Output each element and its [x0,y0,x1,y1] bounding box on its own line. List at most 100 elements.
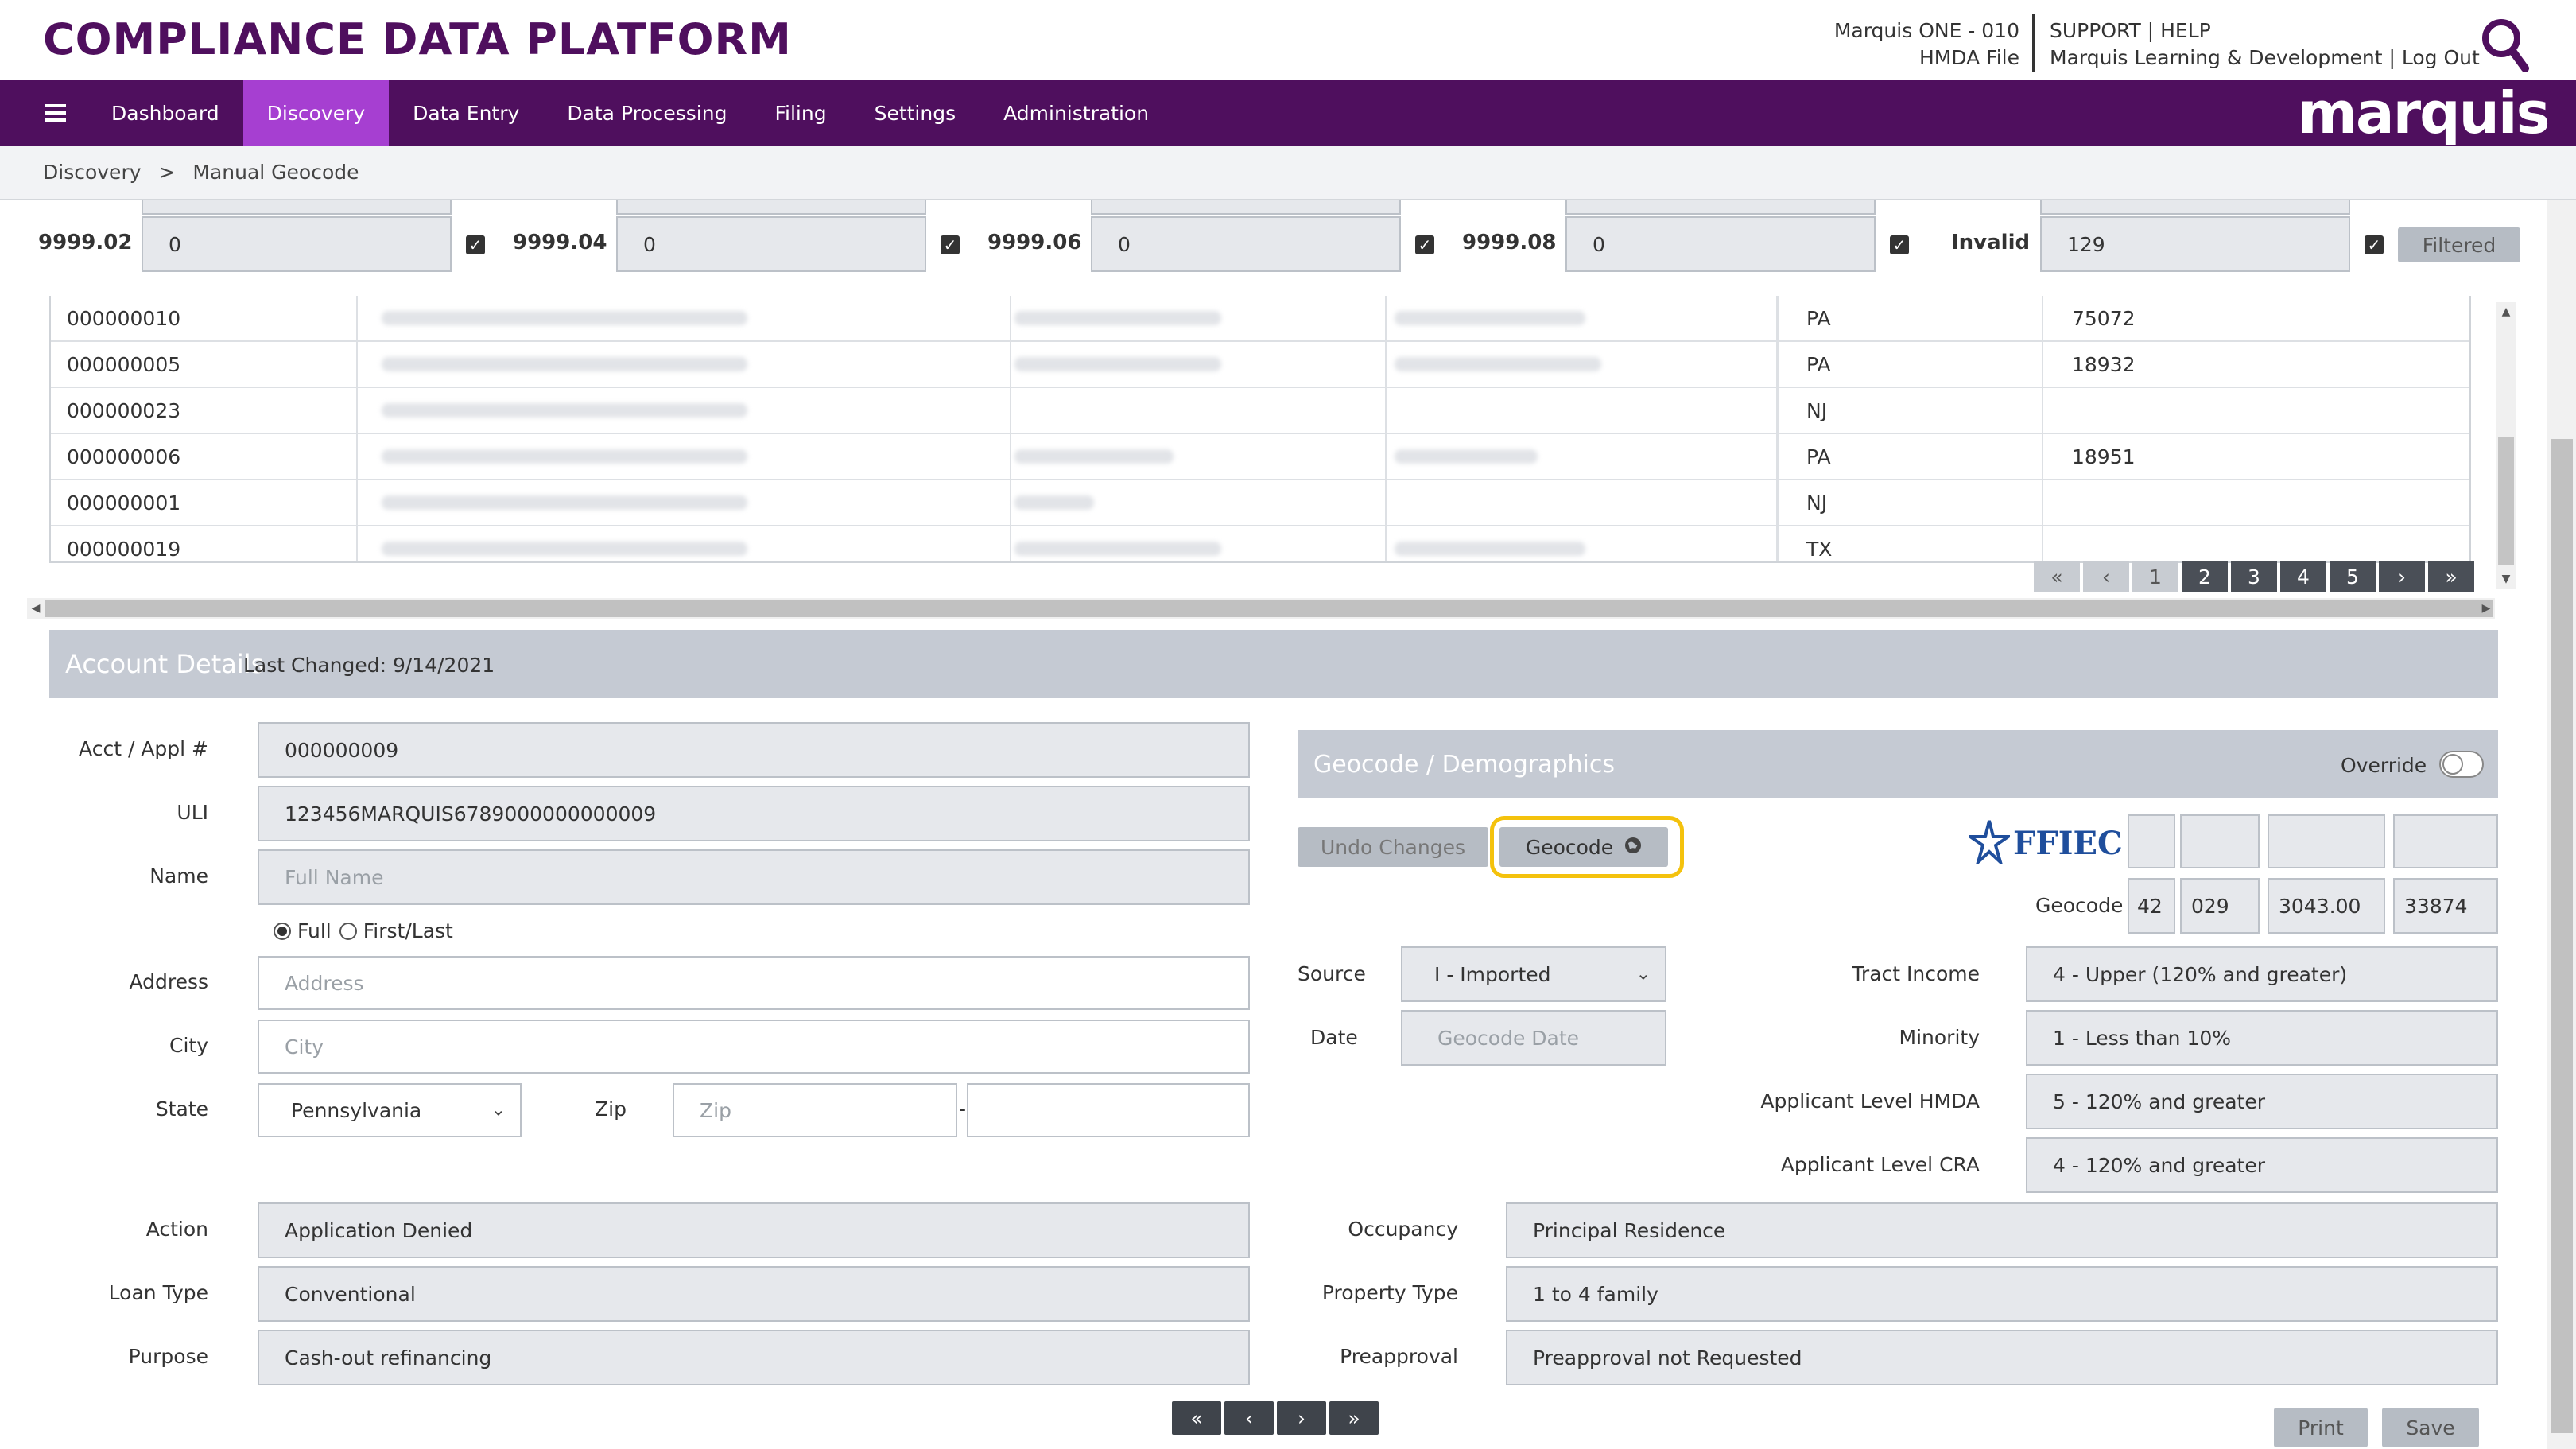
page-scrollbar[interactable] [2547,200,2576,1449]
column-divider [1385,480,1387,525]
city-field[interactable]: City [258,1020,1250,1074]
table-row[interactable]: 000000005 PA 18932 [51,342,2469,388]
pager-last[interactable]: » [2428,561,2474,592]
undo-changes-button[interactable]: Undo Changes [1298,827,1488,867]
nav-item-dashboard[interactable]: Dashboard [87,80,243,146]
geo-msa-field[interactable]: 33874 [2393,878,2498,934]
tract-income-field[interactable]: 4 - Upper (120% and greater) [2026,946,2498,1002]
cell-id: 000000006 [51,434,358,479]
pager-first[interactable]: « [2034,561,2080,592]
record-first-button[interactable]: « [1172,1401,1221,1435]
horizontal-scroll-thumb[interactable] [45,600,2493,617]
pager-next[interactable]: › [2379,561,2425,592]
nav-item-discovery[interactable]: Discovery [242,80,390,146]
user-logout-link[interactable]: Marquis Learning & Development | Log Out [2050,45,2480,72]
table-pager: «‹ 1 2 3 4 5 ›» [2034,561,2474,592]
applicant-cra-field[interactable]: 4 - 120% and greater [2026,1137,2498,1193]
main-nav: Dashboard Discovery Data Entry Data Process… [0,80,2576,146]
record-next-button[interactable]: › [1277,1401,1326,1435]
pager-page-4[interactable]: 4 [2280,561,2326,592]
record-prev-button[interactable]: ‹ [1224,1401,1274,1435]
table-row[interactable]: 000000006 PA 18951 [51,434,2469,480]
geo-code-box-2[interactable] [2180,814,2260,868]
redacted-cell [1014,311,1221,325]
date-label: Date [1310,1026,1358,1049]
scroll-right-icon[interactable]: ▶ [2477,598,2495,619]
scroll-left-icon[interactable]: ◀ [27,598,45,619]
zip-field[interactable]: Zip [673,1083,957,1137]
radio-firstlast[interactable] [339,922,357,940]
name-field[interactable]: Full Name [258,849,1250,905]
nav-item-settings[interactable]: Settings [851,80,980,146]
table-row[interactable]: 000000019 TX [51,526,2469,561]
minority-field[interactable]: 1 - Less than 10% [2026,1010,2498,1066]
action-field[interactable]: Application Denied [258,1202,1250,1258]
scroll-up-icon[interactable]: ▲ [2496,302,2516,321]
horizontal-scrollbar[interactable]: ◀ ▶ [27,598,2495,619]
override-toggle[interactable] [2439,751,2484,778]
filter-input[interactable]: 0 [616,216,926,272]
brand-logo: marquis [2298,80,2550,146]
search-icon[interactable] [2479,16,2530,73]
cell-id: 000000001 [51,480,358,525]
table-row[interactable]: 000000023 NJ [51,388,2469,434]
print-button[interactable]: Print [2274,1408,2368,1447]
nav-item-data-entry[interactable]: Data Entry [389,80,543,146]
filter-input[interactable]: 0 [142,216,452,272]
scroll-down-icon[interactable]: ▼ [2496,569,2516,589]
pager-prev[interactable]: ‹ [2083,561,2129,592]
filter-checkbox[interactable]: ✓ [1890,235,1909,254]
filter-input[interactable]: 0 [1091,216,1401,272]
nav-item-data-processing[interactable]: Data Processing [543,80,751,146]
table-row[interactable]: 000000001 NJ [51,480,2469,526]
menu-icon[interactable] [40,95,72,130]
pager-page-3[interactable]: 3 [2231,561,2277,592]
geo-code-box-1[interactable] [2128,814,2175,868]
geocode-label: Geocode [2035,894,2124,917]
filter-input[interactable]: 0 [1565,216,1876,272]
uli-field[interactable]: 123456MARQUIS6789000000000009 [258,786,1250,841]
preapproval-field[interactable]: Preapproval not Requested [1506,1330,2498,1385]
filter-input[interactable]: 129 [2040,216,2350,272]
table-row[interactable]: 000000010 PA 75072 [51,296,2469,342]
loan-type-field[interactable]: Conventional [258,1266,1250,1322]
applicant-hmda-field[interactable]: 5 - 120% and greater [2026,1074,2498,1129]
geocode-button[interactable]: Geocode [1499,827,1668,867]
geo-tract-field[interactable]: 3043.00 [2268,878,2385,934]
geocode-date-field[interactable]: Geocode Date [1401,1010,1666,1066]
state-select[interactable]: Pennsylvania ⌄ [258,1083,522,1137]
filter-checkbox[interactable]: ✓ [1415,235,1434,254]
geo-code-box-4[interactable] [2393,814,2498,868]
filtered-button[interactable]: Filtered [2398,227,2520,262]
table-scroll-thumb[interactable] [2498,437,2514,565]
record-last-button[interactable]: » [1329,1401,1379,1435]
filter-checkbox[interactable]: ✓ [2365,235,2384,254]
filter-label: 9999.04 [513,231,607,254]
purpose-field[interactable]: Cash-out refinancing [258,1330,1250,1385]
save-button[interactable]: Save [2382,1408,2479,1447]
support-help-link[interactable]: SUPPORT | HELP [2050,17,2480,45]
zip-ext-field[interactable] [967,1083,1250,1137]
pager-page-5[interactable]: 5 [2330,561,2376,592]
address-field[interactable]: Address [258,956,1250,1010]
filter-field-top [142,200,452,215]
geo-code-box-3[interactable] [2268,814,2385,868]
geo-state-field[interactable]: 42 [2128,878,2175,934]
nav-item-administration[interactable]: Administration [980,80,1173,146]
table-scrollbar[interactable]: ▲ ▼ [2496,302,2516,589]
account-details-header: Account Details Last Changed: 9/14/2021 [49,630,2498,698]
geo-county-field[interactable]: 029 [2180,878,2260,934]
acct-field[interactable]: 000000009 [258,722,1250,778]
pager-page-1[interactable]: 1 [2132,561,2178,592]
occupancy-field[interactable]: Principal Residence [1506,1202,2498,1258]
filter-checkbox[interactable]: ✓ [941,235,960,254]
page-scroll-thumb[interactable] [2551,439,2573,1433]
filter-checkbox[interactable]: ✓ [466,235,485,254]
radio-full[interactable] [274,922,291,940]
property-type-field[interactable]: 1 to 4 family [1506,1266,2498,1322]
breadcrumb-discovery[interactable]: Discovery [43,161,142,184]
nav-item-filing[interactable]: Filing [751,80,850,146]
source-select[interactable]: I - Imported ⌄ [1401,946,1666,1002]
chevron-down-icon: ⌄ [1635,964,1651,985]
pager-page-2[interactable]: 2 [2182,561,2228,592]
